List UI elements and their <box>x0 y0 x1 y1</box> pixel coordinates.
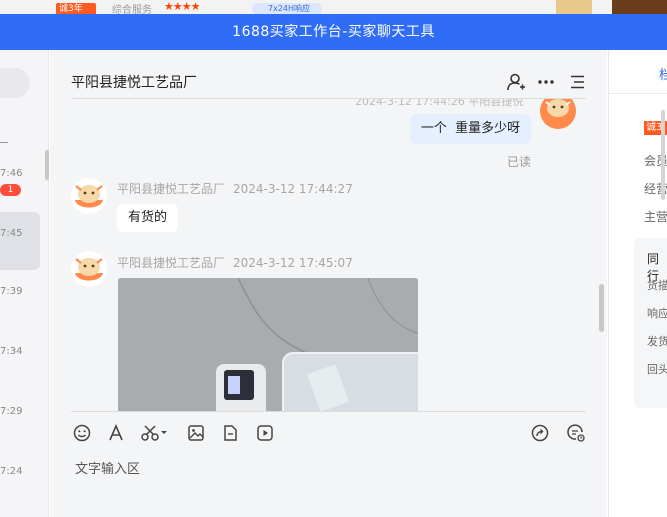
contact-avatar[interactable] <box>71 178 107 214</box>
conversation-item[interactable]: 7:29 <box>0 406 40 464</box>
bg-response-pill: 7x24H响应 <box>252 3 322 14</box>
info-row-main: 主营 <box>644 210 667 224</box>
window-titlebar[interactable]: 1688买家工作台-买家聊天工具 <box>0 14 667 50</box>
conversation-search-input[interactable] <box>0 68 30 98</box>
tab-divider <box>609 93 667 94</box>
history-icon[interactable] <box>566 423 586 443</box>
toolbar-divider <box>71 411 586 412</box>
conversation-time: 7:45 <box>0 228 23 239</box>
self-avatar[interactable] <box>540 99 576 129</box>
message-meta-clipped: 2024-3-12 17:44:26 平阳县捷悦 <box>355 99 524 108</box>
user-add-icon[interactable] <box>506 72 526 92</box>
conversation-item-active[interactable]: 7:45 <box>0 212 40 270</box>
sender-name: 平阳县捷悦工艺品厂 <box>117 256 226 270</box>
message-input[interactable]: 文字输入区 <box>75 458 140 477</box>
peer-row: 发货 <box>647 335 667 348</box>
message-scrollbar[interactable] <box>599 284 604 332</box>
scissors-icon[interactable] <box>140 423 170 443</box>
message-bubble-incoming[interactable]: 有货的 <box>117 204 179 232</box>
conversation-time: 7:46 <box>0 168 23 179</box>
conversation-item[interactable]: 7:34 <box>0 346 40 404</box>
emoji-icon[interactable] <box>72 423 92 443</box>
message-meta: 平阳县捷悦工艺品厂 2024-3-12 17:45:07 <box>117 254 353 271</box>
list-icon[interactable] <box>567 72 587 92</box>
share-icon[interactable] <box>530 423 550 443</box>
message-meta: 平阳县捷悦工艺品厂 2024-3-12 17:44:27 <box>117 180 353 197</box>
conversation-time: 7:24 <box>0 466 23 477</box>
message-list[interactable]: 2024-3-12 17:44:26 平阳县捷悦 一个 重量多少呀 已读 平阳县… <box>50 99 607 411</box>
video-icon[interactable] <box>255 423 275 443</box>
chat-header: 平阳县捷悦工艺品厂 <box>50 50 607 98</box>
peer-row: 回头 <box>647 363 667 376</box>
file-icon[interactable] <box>220 423 240 443</box>
chat-contact-name: 平阳县捷悦工艺品厂 <box>71 75 197 91</box>
message-bubble-outgoing[interactable]: 一个 重量多少呀 <box>410 114 531 144</box>
conversation-time: 7:29 <box>0 406 23 417</box>
conversation-time: 7:39 <box>0 286 23 297</box>
chat-panel: 平阳县捷悦工艺品厂 2024-3-12 17:44:26 平阳县捷悦 一个 重量… <box>50 50 607 517</box>
peer-row: 货描 <box>647 279 667 292</box>
unread-badge: 1 <box>0 184 21 196</box>
peer-row: 响应 <box>647 307 667 320</box>
background-page-strip: 诚3年 综合服务 ★★★★ 7x24H响应 <box>0 0 667 14</box>
message-time: 2024-3-12 17:45:07 <box>233 256 353 270</box>
list-divider <box>0 142 8 143</box>
info-tab[interactable]: 档 <box>659 64 667 83</box>
read-status: 已读 <box>507 155 532 169</box>
bg-service-text: 综合服务 <box>112 5 152 14</box>
conversation-item[interactable]: 7:24 <box>0 466 40 517</box>
window-title: 1688买家工作台-买家聊天工具 <box>232 24 435 40</box>
message-time: 2024-3-12 17:44:27 <box>233 182 353 196</box>
sender-name: 平阳县捷悦工艺品厂 <box>117 182 226 196</box>
product-photo-illustration <box>118 278 418 411</box>
bg-product-image <box>556 0 592 14</box>
message-image[interactable] <box>118 278 418 411</box>
contact-info-panel: 档 诚3 会员 经营 主营 同行 货描 响应 发货 回头 <box>608 50 667 517</box>
bg-rating-stars: ★★★★ <box>164 0 200 13</box>
bg-cheng-badge: 诚3年 <box>56 3 96 14</box>
more-icon[interactable] <box>536 72 556 92</box>
info-scrollbar[interactable] <box>661 110 665 200</box>
conversation-item[interactable]: 7:39 <box>0 286 40 344</box>
contact-avatar[interactable] <box>71 251 107 287</box>
font-icon[interactable] <box>106 423 126 443</box>
conversation-list: 7:46 1 7:45 7:39 7:34 7:29 7:24 <box>0 50 49 517</box>
bg-product-image <box>612 0 667 14</box>
conversation-time: 7:34 <box>0 346 23 357</box>
image-icon[interactable] <box>186 423 206 443</box>
conversation-scrollbar[interactable] <box>45 150 49 180</box>
